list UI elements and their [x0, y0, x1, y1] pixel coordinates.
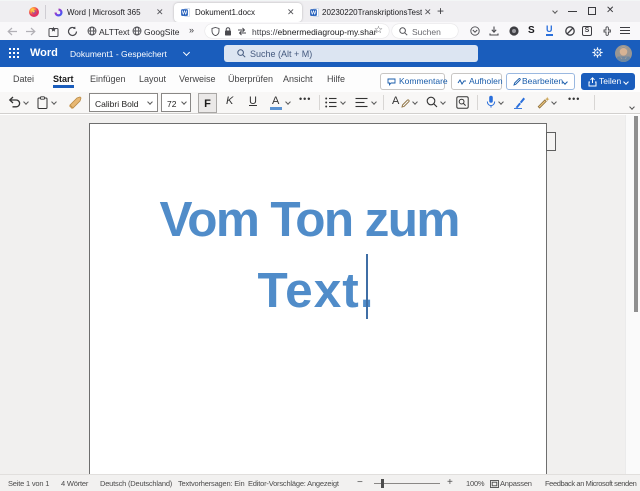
svg-text:W: W [311, 10, 317, 16]
svg-text:W: W [182, 10, 188, 16]
